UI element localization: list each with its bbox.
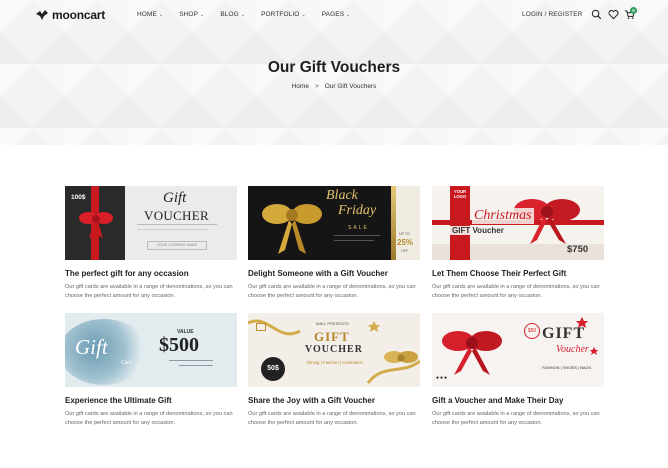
voucher-image[interactable]: MALL PRESENTS GIFT VOUCHER Dining | Fash… bbox=[248, 313, 420, 387]
card-description: Our gift cards are available in a range … bbox=[65, 284, 233, 299]
chevron-down-icon: ⌄ bbox=[158, 11, 164, 18]
company-name-box: YOUR COMPANY NAME bbox=[147, 241, 207, 250]
login-register-link[interactable]: LOGIN / REGISTER bbox=[522, 11, 582, 18]
voucher-image[interactable]: ●●● $50 GIFT Voucher FASHION | SHOES | B… bbox=[432, 313, 604, 387]
voucher-amount: $50 bbox=[524, 323, 540, 339]
upto-label: UP TO bbox=[399, 232, 410, 236]
breadcrumb: Home > Our Gift Vouchers bbox=[0, 83, 668, 90]
card-title[interactable]: Gift a Voucher and Make Their Day bbox=[432, 396, 604, 405]
voucher-card[interactable]: ●●● $50 GIFT Voucher FASHION | SHOES | B… bbox=[432, 313, 604, 428]
voucher-card[interactable]: YOUR LOGO Christmas GIFT Voucher $750 Le… bbox=[432, 186, 604, 301]
voucher-image[interactable]: 100$ Gift VOUCHER YOUR COMPANY NAME bbox=[65, 186, 237, 260]
main-nav: HOME ⌄ SHOP ⌄ BLOG ⌄ PORTFOLIO ⌄ PAGES ⌄ bbox=[137, 11, 366, 18]
voucher-sale-label: SALE bbox=[348, 225, 369, 231]
voucher-image[interactable]: Black Friday SALE UP TO 25% OFF bbox=[248, 186, 420, 260]
logo-badge: YOUR LOGO bbox=[450, 186, 470, 203]
voucher-amount: $750 bbox=[567, 244, 589, 255]
card-description: Our gift cards are available in a range … bbox=[248, 284, 416, 299]
voucher-subheading: VOUCHER bbox=[144, 208, 209, 223]
bird-logo-icon bbox=[36, 10, 48, 20]
voucher-heading: Black bbox=[326, 188, 358, 203]
voucher-amount: $500 bbox=[159, 334, 199, 356]
logo-text: mooncart bbox=[52, 8, 106, 22]
gold-bow-icon bbox=[262, 204, 322, 254]
chevron-down-icon: ⌄ bbox=[346, 11, 351, 18]
voucher-heading: GIFT bbox=[542, 325, 586, 342]
voucher-subheading: Voucher bbox=[556, 344, 589, 355]
voucher-card[interactable]: MALL PRESENTS GIFT VOUCHER Dining | Fash… bbox=[248, 313, 420, 428]
cart-count-badge: 0 bbox=[630, 7, 637, 14]
voucher-card[interactable]: Black Friday SALE UP TO 25% OFF Delight … bbox=[248, 186, 420, 301]
card-description: Our gift cards are available in a range … bbox=[432, 411, 600, 426]
chevron-down-icon: ⌄ bbox=[240, 11, 246, 18]
voucher-subheading: VOUCHER bbox=[305, 344, 363, 355]
site-logo[interactable]: mooncart bbox=[35, 8, 105, 22]
voucher-image[interactable]: YOUR LOGO Christmas GIFT Voucher $750 bbox=[432, 186, 604, 260]
card-title[interactable]: Let Them Choose Their Perfect Gift bbox=[432, 269, 604, 278]
voucher-amount: 100$ bbox=[71, 194, 86, 201]
nav-item-portfolio[interactable]: PORTFOLIO ⌄ bbox=[261, 11, 306, 18]
voucher-amount: 50$ bbox=[261, 357, 285, 381]
heart-icon[interactable] bbox=[608, 9, 619, 20]
voucher-image[interactable]: Gift Card VALUE $500 bbox=[65, 313, 237, 387]
breadcrumb-separator: > bbox=[314, 83, 319, 90]
voucher-subheading: Friday bbox=[338, 203, 377, 218]
voucher-tags: FASHION | SHOES | BAGS bbox=[542, 365, 592, 370]
card-title[interactable]: The perfect gift for any occasion bbox=[65, 269, 237, 278]
card-title[interactable]: Experience the Ultimate Gift bbox=[65, 396, 237, 405]
search-icon[interactable] bbox=[591, 9, 602, 20]
voucher-subheading: Card bbox=[121, 360, 132, 366]
voucher-card[interactable]: Gift Card VALUE $500 Experience the Ulti… bbox=[65, 313, 237, 428]
card-title[interactable]: Delight Someone with a Gift Voucher bbox=[248, 269, 420, 278]
voucher-card[interactable]: 100$ Gift VOUCHER YOUR COMPANY NAME The … bbox=[65, 186, 237, 301]
voucher-heading: Gift bbox=[75, 335, 108, 359]
page-title: Our Gift Vouchers bbox=[267, 59, 401, 76]
breadcrumb-home-link[interactable]: Home bbox=[292, 83, 309, 90]
card-title[interactable]: Share the Joy with a Gift Voucher bbox=[248, 396, 420, 405]
card-description: Our gift cards are available in a range … bbox=[432, 284, 600, 299]
card-description: Our gift cards are available in a range … bbox=[65, 411, 233, 426]
nav-item-pages[interactable]: PAGES ⌄ bbox=[322, 11, 351, 18]
voucher-tags: Dining | Fashion | Cosmetics bbox=[307, 360, 363, 365]
nav-item-home[interactable]: HOME ⌄ bbox=[137, 11, 163, 18]
chevron-down-icon: ⌄ bbox=[301, 11, 306, 18]
card-description: Our gift cards are available in a range … bbox=[248, 411, 416, 426]
off-label: OFF bbox=[401, 249, 409, 253]
mall-label: MALL PRESENTS bbox=[316, 321, 349, 326]
voucher-subheading: GIFT Voucher bbox=[450, 226, 506, 235]
voucher-heading: Christmas bbox=[472, 208, 534, 224]
nav-item-shop[interactable]: SHOP ⌄ bbox=[179, 11, 204, 18]
voucher-heading: GIFT bbox=[314, 329, 350, 344]
discount-percent: 25% bbox=[397, 238, 414, 247]
ribbon-bow-icon bbox=[79, 212, 113, 238]
chevron-down-icon: ⌄ bbox=[200, 11, 205, 18]
site-header: mooncart HOME ⌄ SHOP ⌄ BLOG ⌄ PORTFOLIO ⌄ PA… bbox=[0, 0, 668, 30]
voucher-heading: Gift bbox=[163, 190, 187, 206]
nav-item-blog[interactable]: BLOG ⌄ bbox=[220, 11, 245, 18]
breadcrumb-current: Our Gift Vouchers bbox=[324, 83, 377, 90]
